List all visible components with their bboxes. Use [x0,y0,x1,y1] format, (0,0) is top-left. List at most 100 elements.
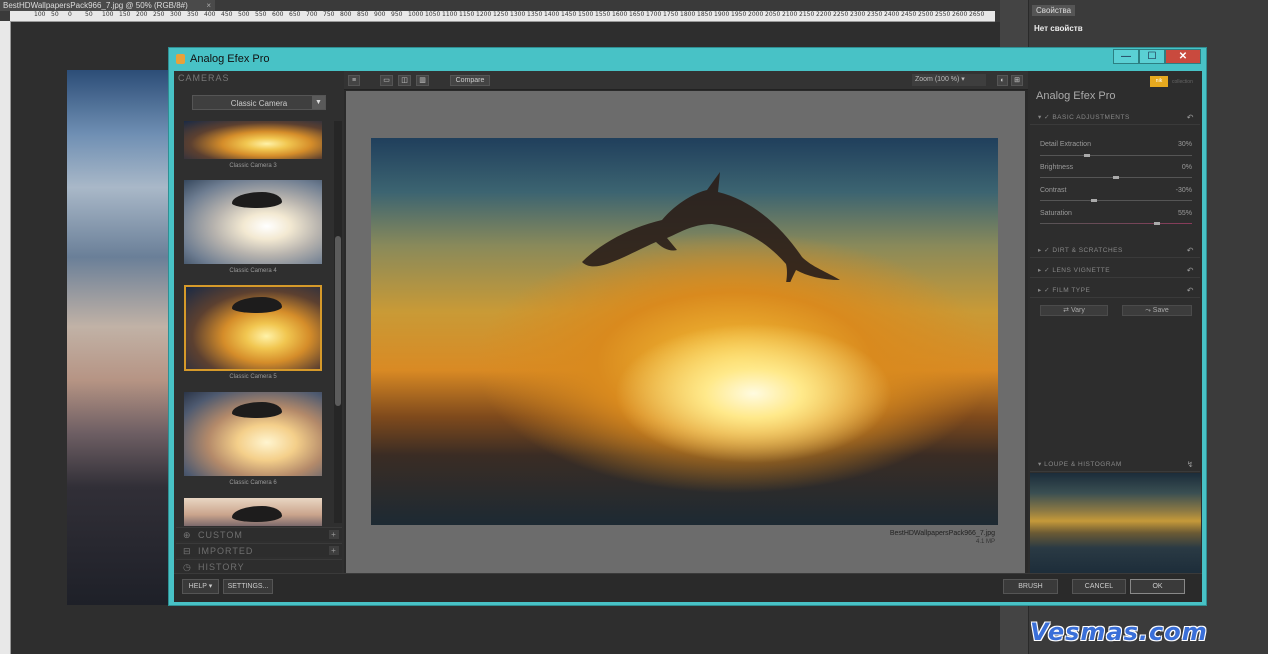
camera-thumbnail[interactable] [184,498,322,526]
cancel-button[interactable]: CANCEL [1072,579,1126,594]
close-tab-icon[interactable]: × [206,0,211,11]
camera-thumbnail[interactable]: Classic Camera 4 [184,180,322,276]
top-ruler: 100 50 0 50 100 150 200 250 300 350 400 450 500 550 60… [10,11,995,22]
ruler-tick-label: 1350 [527,11,543,18]
maximize-button[interactable]: ☐ [1139,49,1165,64]
side-by-side-icon[interactable]: ▥ [416,75,429,86]
section-label: HISTORY [198,562,245,572]
settings-button[interactable]: SETTINGS... [223,579,273,594]
dolphin-silhouette [232,402,282,418]
slider-knob[interactable] [1113,176,1119,179]
scrollbar-thumb[interactable] [335,236,341,406]
ruler-tick-label: 2400 [884,11,900,18]
imported-section[interactable]: ⊟ IMPORTED + [176,543,342,557]
ok-button[interactable]: OK [1130,579,1185,594]
import-add-icon[interactable]: + [329,546,339,555]
slider-label: Brightness [1040,164,1074,171]
preview-size: 4.1 MP [975,539,995,545]
ruler-tick-label: 1750 [663,11,679,18]
close-button[interactable]: ✕ [1165,49,1201,64]
brightness-slider[interactable] [1040,176,1192,179]
ruler-tick-label: 500 [238,11,250,18]
contrast-slider[interactable] [1040,199,1192,202]
single-view-icon[interactable]: ▭ [380,75,393,86]
chevron-down-icon[interactable]: ▼ [312,96,325,109]
shuffle-icon: ⇄ [1063,307,1071,314]
ruler-tick-label: 1300 [510,11,526,18]
section-label: LOUPE & HISTOGRAM [1044,461,1122,468]
loupe-histogram-header[interactable]: ▾ LOUPE & HISTOGRAM ↯ [1030,458,1200,472]
slider-label: Saturation [1040,210,1072,217]
basic-adjustments-header[interactable]: ▾ ✓ BASIC ADJUSTMENTS ↶ [1030,111,1200,125]
custom-icon: ⊕ [183,530,192,540]
camera-thumbnail[interactable]: Classic Camera 3 [184,121,322,171]
add-icon[interactable]: + [329,530,339,539]
dirt-scratches-header[interactable]: ▸ ✓ DIRT & SCRATCHES ↶ [1030,244,1200,258]
saturation-slider[interactable] [1040,222,1192,225]
section-label: BASIC ADJUSTMENTS [1052,114,1130,121]
loupe-view[interactable] [1030,473,1201,573]
left-ruler [0,21,11,654]
document-photo [67,70,169,605]
ruler-tick-label: 350 [187,11,199,18]
camera-category-select[interactable]: Classic Camera ▼ [192,95,326,110]
properties-tab[interactable]: Свойства [1032,5,1076,16]
ruler-tick-label: 1500 [578,11,594,18]
film-type-header[interactable]: ▸ ✓ FILM TYPE ↶ [1030,284,1200,298]
slider-knob[interactable] [1084,154,1090,157]
ruler-tick-label: 2050 [765,11,781,18]
camera-thumbnail[interactable]: Classic Camera 6 [184,392,322,488]
detail-extraction-slider[interactable] [1040,154,1192,157]
reset-icon[interactable]: ↶ [1187,284,1194,298]
reset-icon[interactable]: ↶ [1187,111,1194,125]
ruler-tick-label: 2000 [748,11,764,18]
custom-section[interactable]: ⊕ CUSTOM + [176,527,342,541]
camera-thumbnail-selected[interactable] [184,285,322,371]
toggle-panel-icon[interactable]: ≡ [348,75,360,86]
zoom-value: Zoom (100 %) [915,76,960,83]
compare-button[interactable]: Compare [450,75,490,86]
history-section[interactable]: ◷ HISTORY [176,559,342,573]
background-color-icon[interactable]: ◐ [997,75,1008,86]
site-watermark: Vesmas.com [1030,618,1208,646]
save-preset-button[interactable]: ⤳ Save [1122,305,1192,316]
brush-button[interactable]: BRUSH [1003,579,1058,594]
document-tab[interactable]: BestHDWallpapersPack966_7.jpg @ 50% (RGB… [0,0,215,11]
thumbnail-caption: Classic Camera 5 [229,374,277,380]
ruler-tick-label: 2600 [952,11,968,18]
ruler-tick-label: 100 [102,11,114,18]
reset-icon[interactable]: ↶ [1187,244,1194,258]
pin-icon[interactable]: ↯ [1187,458,1194,472]
section-label: CUSTOM [198,530,243,540]
properties-empty-text: Нет свойств [1034,24,1083,33]
minimize-button[interactable]: — [1113,49,1139,64]
ruler-tick-label: 700 [306,11,318,18]
ruler-tick-label: 1950 [731,11,747,18]
split-view-icon[interactable]: ◫ [398,75,411,86]
slider-value: -30% [1175,187,1192,194]
ruler-tick-label: 2650 [969,11,985,18]
slider-value: 55% [1177,210,1192,217]
ruler-tick-label: 1900 [714,11,730,18]
lens-vignette-header[interactable]: ▸ ✓ LENS VIGNETTE ↶ [1030,264,1200,278]
loupe-toggle-icon[interactable]: ⊞ [1011,75,1023,86]
ruler-tick-label: 250 [153,11,165,18]
dolphin-silhouette [232,297,282,313]
reset-icon[interactable]: ↶ [1187,264,1194,278]
ruler-tick-label: 1550 [595,11,611,18]
help-label: HELP [188,583,207,590]
save-icon: ⤳ [1145,307,1153,314]
zoom-select[interactable]: Zoom (100 %) ▾ [912,74,986,86]
vary-button[interactable]: ⇄ Vary [1040,305,1108,316]
slider-knob[interactable] [1091,199,1097,202]
help-button[interactable]: HELP ▾ [182,579,219,594]
save-label: Save [1152,307,1169,314]
slider-knob[interactable] [1154,222,1160,225]
ruler-tick-label: 1800 [680,11,696,18]
section-label: DIRT & SCRATCHES [1052,247,1123,254]
thumbnail-image [184,121,322,159]
ruler-tick-label: 0 [68,11,72,18]
cameras-header[interactable]: CAMERAS [178,73,230,83]
ruler-tick-label: 2200 [816,11,832,18]
section-label: FILM TYPE [1052,287,1091,294]
